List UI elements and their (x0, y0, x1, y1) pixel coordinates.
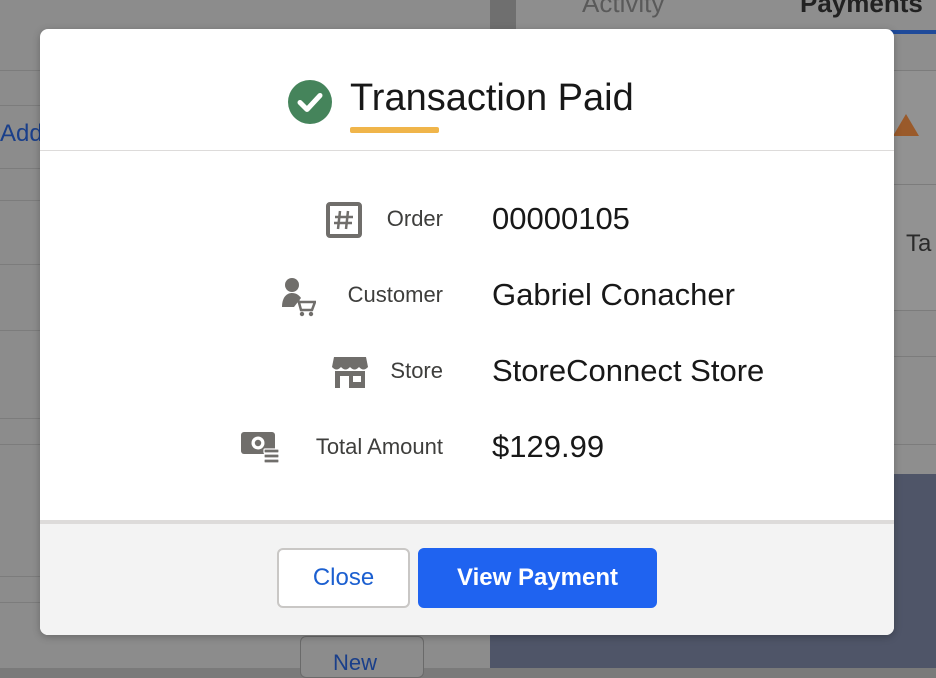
hash-icon (326, 202, 362, 243)
money-icon (240, 430, 280, 471)
background-add-link[interactable]: Add (0, 120, 43, 148)
total-amount-value: $129.99 (492, 429, 605, 464)
customer-label: Customer (347, 282, 443, 307)
order-value: 00000105 (492, 201, 630, 236)
store-value: StoreConnect Store (492, 353, 765, 388)
customer-cart-icon (282, 277, 317, 322)
store-label: Store (390, 358, 443, 383)
order-label: Order (386, 206, 443, 231)
title-underline (350, 127, 439, 133)
modal-header: Transaction Paid (40, 29, 894, 151)
check-circle-icon (288, 80, 332, 124)
customer-value: Gabriel Conacher (492, 277, 735, 312)
transaction-modal: Transaction Paid Order 00000105 Customer… (40, 29, 894, 635)
total-amount-label: Total Amount (315, 434, 443, 459)
view-payment-button[interactable]: View Payment (418, 548, 657, 608)
close-button[interactable]: Close (277, 548, 410, 608)
warning-icon (893, 114, 919, 136)
background-new-label: New (333, 650, 378, 675)
background-tab-activity[interactable]: Activity (582, 0, 664, 19)
background-ta-text: Ta (906, 230, 932, 257)
background-tab-payments[interactable]: Payments (800, 0, 923, 19)
store-icon (331, 355, 369, 394)
modal-title: Transaction Paid (350, 77, 634, 119)
modal-footer: Close View Payment (40, 520, 894, 635)
